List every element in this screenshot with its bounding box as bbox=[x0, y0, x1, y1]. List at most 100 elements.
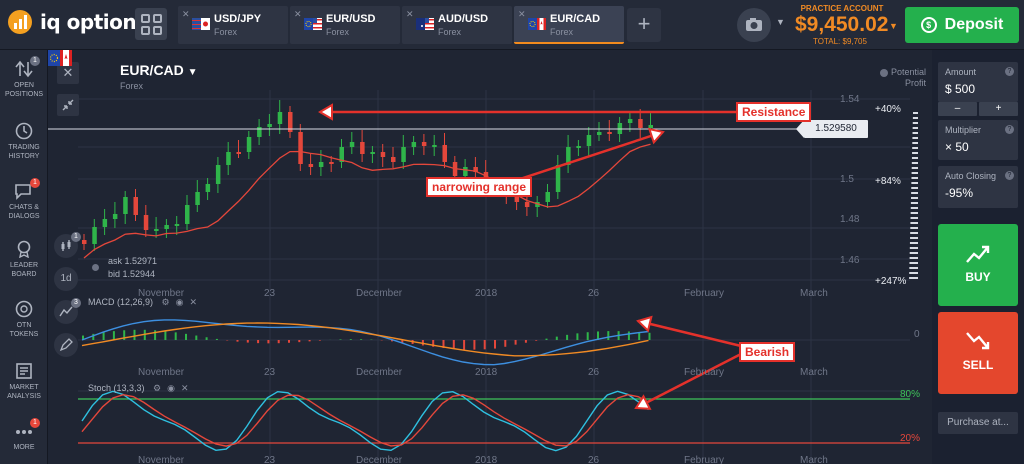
gear-icon[interactable]: ⚙ bbox=[162, 297, 170, 307]
sidebar-item-more[interactable]: 1 MORE bbox=[0, 418, 48, 452]
tab-eur-usd[interactable]: ✕ EUR/USD Forex bbox=[290, 6, 400, 44]
brand-logo[interactable]: iq option bbox=[8, 10, 137, 34]
macd-bar bbox=[504, 340, 507, 347]
macd-bar bbox=[308, 340, 311, 342]
camera-caret-icon[interactable]: ▼ bbox=[776, 17, 785, 27]
profit-scale-tick bbox=[912, 147, 918, 149]
tab-aud-usd[interactable]: ✕ AUD/USD Forex bbox=[402, 6, 512, 44]
drawing-tools-button[interactable] bbox=[54, 333, 78, 357]
date-tick: 23 bbox=[264, 367, 276, 378]
sidebar-badge: 1 bbox=[30, 178, 40, 188]
macd-bar bbox=[607, 331, 610, 340]
trade-panel: Amount ? $ 500 – + Multiplier ? × 50 Aut… bbox=[932, 50, 1024, 464]
chart-type-badge: 1 bbox=[71, 232, 81, 242]
macd-bar bbox=[298, 340, 301, 343]
chart-type-button[interactable]: 1 bbox=[54, 232, 81, 258]
tab-eur-cad[interactable]: ✕ EUR/CAD Forex bbox=[514, 6, 624, 44]
help-icon[interactable]: ? bbox=[1005, 171, 1014, 180]
sidebar-label: BOARD bbox=[11, 271, 37, 278]
profit-scale-tick bbox=[911, 187, 918, 189]
profit-scale-tick bbox=[910, 227, 918, 229]
add-tab-button[interactable]: + bbox=[627, 8, 661, 42]
tab-pair: EUR/USD bbox=[326, 13, 376, 25]
price-chart[interactable]: 1.541.521.51.481.46November23December201… bbox=[48, 50, 932, 464]
sidebar-item-otn-tokens[interactable]: OTN TOKENS bbox=[0, 300, 48, 339]
balance-caret-icon[interactable]: ▼ bbox=[889, 21, 898, 31]
eye-icon[interactable]: ◉ bbox=[167, 383, 175, 393]
price-tick: 1.5 bbox=[840, 174, 854, 185]
indicators-button[interactable]: 3 bbox=[54, 298, 81, 324]
info-icon[interactable] bbox=[92, 264, 99, 271]
tab-type: Forex bbox=[214, 27, 238, 37]
sidebar-label: OPEN bbox=[14, 82, 34, 89]
camera-button[interactable] bbox=[737, 8, 771, 42]
amount-field[interactable]: Amount ? $ 500 bbox=[938, 62, 1018, 102]
amount-decrease-button[interactable]: – bbox=[938, 102, 977, 116]
close-icon[interactable]: ✕ bbox=[189, 297, 197, 307]
arrow-head bbox=[647, 127, 665, 145]
tab-type: Forex bbox=[550, 27, 574, 37]
tab-pair: AUD/USD bbox=[438, 13, 489, 25]
profit-scale-tick bbox=[912, 142, 918, 144]
profit-scale-tick bbox=[910, 232, 918, 234]
close-icon[interactable]: ✕ bbox=[294, 9, 302, 20]
sidebar-label: TOKENS bbox=[9, 331, 39, 338]
help-icon[interactable]: ? bbox=[1005, 67, 1014, 76]
help-icon[interactable]: ? bbox=[1005, 125, 1014, 134]
date-tick: March bbox=[800, 288, 828, 299]
ask-price: ask 1.52971 bbox=[108, 256, 158, 266]
left-sidebar: 1 OPEN POSITIONS TRADING HISTORY 1 CHATS… bbox=[0, 50, 48, 464]
sidebar-label: OTN bbox=[16, 322, 32, 329]
macd-bar bbox=[648, 332, 651, 340]
eye-icon[interactable]: ◉ bbox=[176, 297, 184, 307]
sidebar-label: MORE bbox=[13, 444, 35, 451]
buy-button[interactable]: BUY bbox=[938, 224, 1018, 306]
macd-bar bbox=[215, 338, 218, 340]
close-icon[interactable]: ✕ bbox=[406, 9, 414, 20]
potential-profit-label-line2: Profit bbox=[904, 78, 926, 88]
candle-body bbox=[112, 214, 118, 219]
gear-icon[interactable]: ⚙ bbox=[153, 383, 161, 393]
macd-bar bbox=[133, 329, 136, 340]
sidebar-item-trading-history[interactable]: TRADING HISTORY bbox=[0, 122, 48, 161]
news-icon bbox=[14, 362, 34, 380]
stoch-indicator-label: Stoch (13,3,3) ⚙ ◉ ✕ bbox=[88, 383, 189, 394]
candle-body bbox=[360, 142, 365, 154]
multiplier-field[interactable]: Multiplier ? × 50 bbox=[938, 120, 1018, 160]
close-icon[interactable]: ✕ bbox=[181, 383, 189, 393]
help-icon[interactable] bbox=[879, 68, 888, 77]
candle-body bbox=[92, 227, 97, 244]
close-icon[interactable]: ✕ bbox=[182, 9, 190, 20]
sidebar-item-market-analysis[interactable]: MARKET ANALYSIS bbox=[0, 362, 48, 401]
candle-body bbox=[102, 219, 108, 227]
timeframe-button[interactable]: 1d bbox=[54, 267, 78, 291]
candle-body bbox=[421, 142, 427, 146]
close-icon[interactable]: ✕ bbox=[518, 9, 526, 20]
tab-pair: EUR/CAD bbox=[550, 13, 601, 25]
sidebar-item-chats-dialogs[interactable]: 1 CHATS & DIALOGS bbox=[0, 178, 48, 221]
purchase-at-button[interactable]: Purchase at... bbox=[938, 412, 1018, 434]
account-total: TOTAL: $9,705 bbox=[813, 37, 867, 46]
sell-button[interactable]: SELL bbox=[938, 312, 1018, 394]
account-balance[interactable]: $9,450.02 bbox=[795, 13, 888, 37]
tab-usd-jpy[interactable]: ✕ USD/JPY Forex bbox=[178, 6, 288, 44]
macd-bar bbox=[174, 332, 177, 340]
deposit-button[interactable]: $ Deposit bbox=[905, 7, 1019, 43]
macd-bar bbox=[318, 340, 321, 341]
sidebar-item-leader-board[interactable]: LEADER BOARD bbox=[0, 240, 48, 279]
potential-profit-label-line1: Potential bbox=[890, 67, 926, 77]
macd-bar bbox=[524, 340, 527, 343]
profit-scale-tick bbox=[912, 127, 918, 129]
collapse-chart-button[interactable] bbox=[57, 94, 79, 116]
amount-increase-button[interactable]: + bbox=[979, 102, 1018, 116]
multiplier-value: × 50 bbox=[945, 140, 969, 154]
more-dots-icon: 1 bbox=[14, 418, 40, 440]
candle-body bbox=[380, 152, 386, 157]
amount-value[interactable]: $ 500 bbox=[945, 82, 975, 96]
candle-body bbox=[164, 225, 169, 229]
auto-closing-field[interactable]: Auto Closing ? -95% bbox=[938, 166, 1018, 208]
asset-selector[interactable]: EUR/CAD ▼ bbox=[120, 62, 198, 78]
asset-grid-button[interactable] bbox=[135, 8, 167, 40]
macd-bar bbox=[514, 340, 517, 345]
sidebar-item-open-positions[interactable]: 1 OPEN POSITIONS bbox=[0, 56, 48, 99]
